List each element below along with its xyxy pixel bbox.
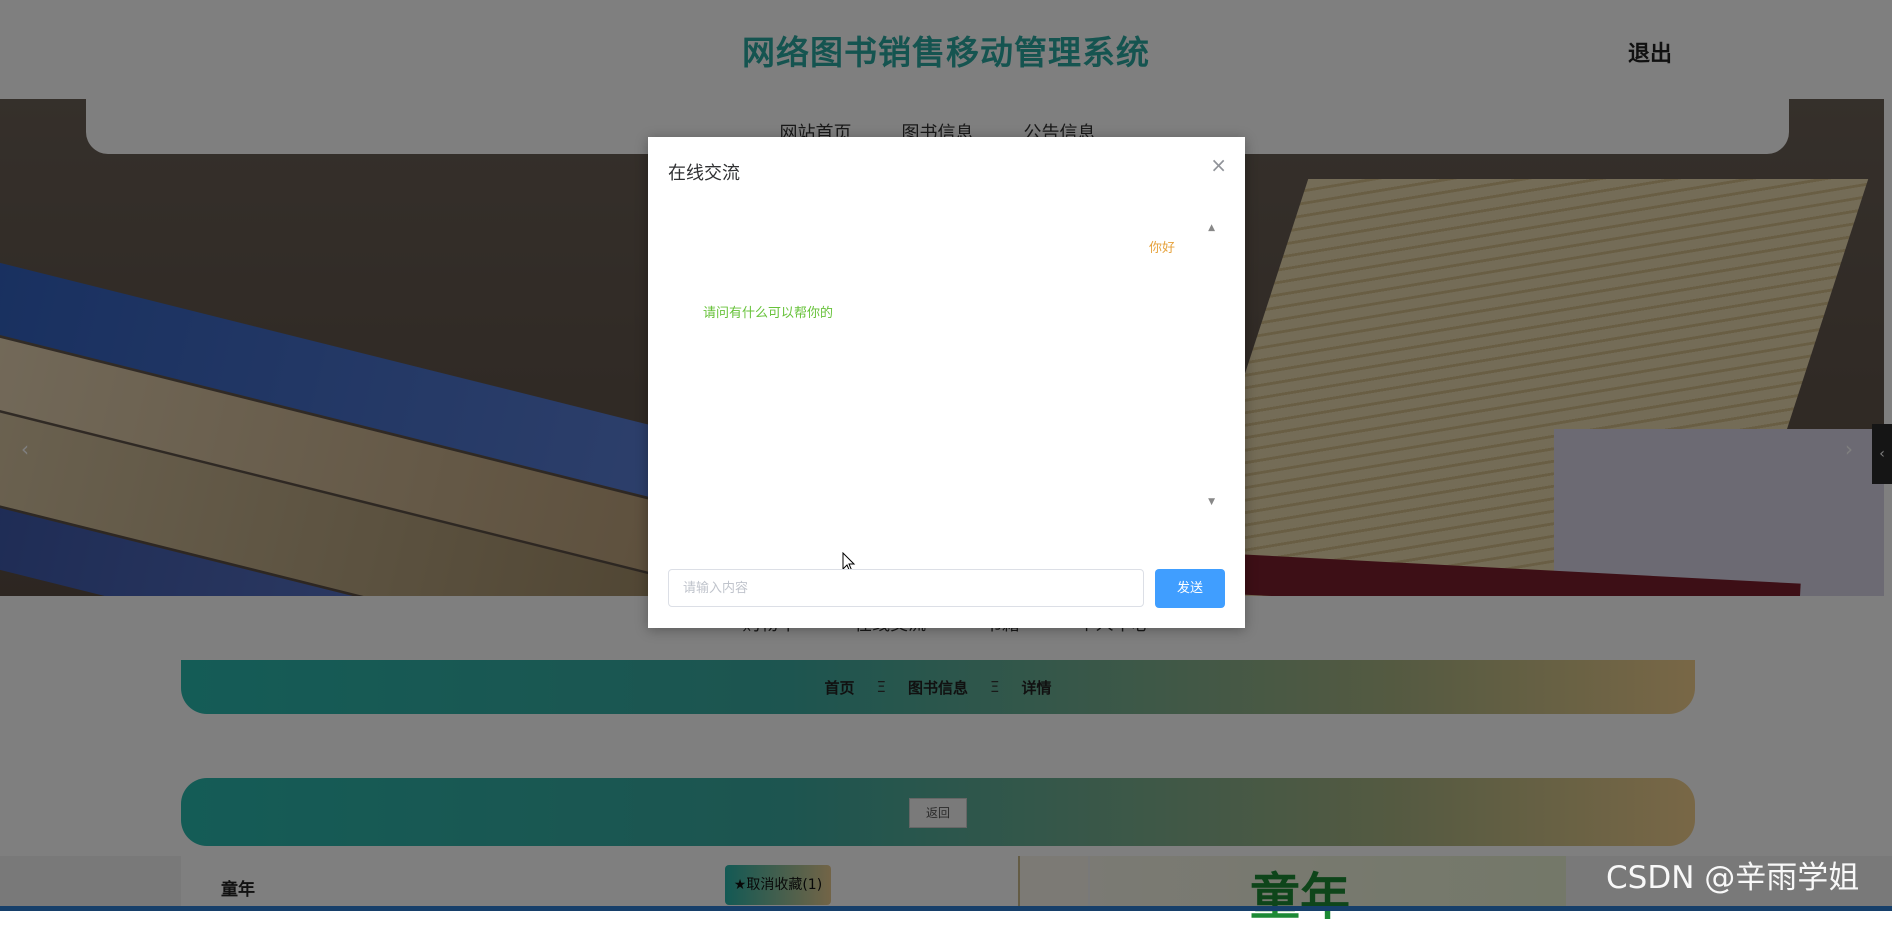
- watermark: CSDN @辛雨学姐: [1606, 860, 1860, 896]
- chat-message-reply: 请问有什么可以帮你的: [703, 306, 834, 321]
- scroll-up-icon[interactable]: ▲: [1208, 223, 1215, 233]
- scroll-down-icon[interactable]: ▼: [1208, 497, 1215, 507]
- chat-dialog: 在线交流 × 你好 请问有什么可以帮你的 ▲ ▼ 发送: [648, 137, 1245, 628]
- send-button[interactable]: 发送: [1155, 569, 1225, 608]
- chat-message-user: 你好: [1148, 241, 1175, 256]
- chat-input[interactable]: [668, 569, 1144, 607]
- close-icon[interactable]: ×: [1210, 153, 1227, 177]
- dialog-title: 在线交流: [668, 163, 740, 184]
- chat-messages[interactable]: 你好 请问有什么可以帮你的 ▲ ▼: [668, 207, 1225, 573]
